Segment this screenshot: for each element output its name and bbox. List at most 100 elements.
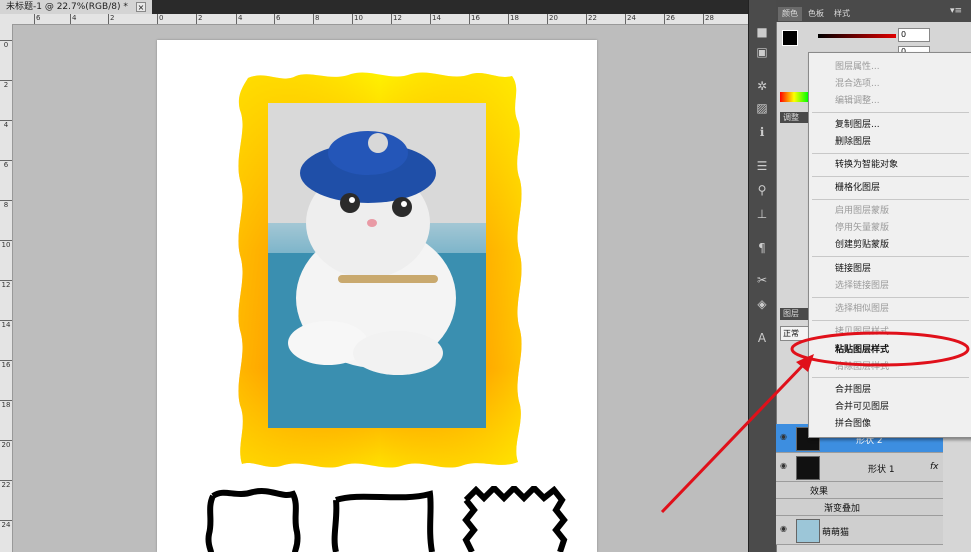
jagged-frame-shape[interactable] [462,486,568,552]
menu-item-disable-vector-mask[interactable]: 停用矢量蒙版 [835,222,889,234]
menu-item-blending-options[interactable]: 混合选项... [835,78,880,90]
tab-styles[interactable]: 样式 [830,7,854,21]
ruler-tick: 12 [391,14,402,24]
ruler-tick: 4 [0,120,12,130]
menu-item-select-similar-layers[interactable]: 选择相似图层 [835,303,889,315]
ruler-tick: 22 [586,14,597,24]
adjust-icon[interactable]: ☰ [752,158,772,174]
menu-separator [812,153,969,154]
menu-item-select-linked-layers[interactable]: 选择链接图层 [835,280,889,292]
ruler-tick: 6 [0,160,12,170]
ruler-tick: 0 [0,40,12,50]
visibility-eye-icon[interactable]: ◉ [780,524,792,534]
ruler-tick: 24 [625,14,636,24]
layer-row-shape1[interactable]: ◉ 形状 1 fx [776,453,943,482]
menu-item-edit-adjustment[interactable]: 编辑调整... [835,95,880,107]
menu-separator [812,377,969,378]
menu-item-create-clipping-mask[interactable]: 创建剪贴蒙版 [835,239,889,251]
menu-item-enable-layer-mask[interactable]: 启用图层蒙版 [835,205,889,217]
menu-item-clear-layer-style[interactable]: 清除图层样式 [835,361,889,373]
layer-effect-gradient-row[interactable]: 渐变叠加 [776,499,943,516]
layer-thumbnail [796,519,820,543]
brush-settings-icon[interactable]: ✲ [752,78,772,94]
ruler-tick: 8 [0,200,12,210]
menu-item-convert-smart-object[interactable]: 转换为智能对象 [835,159,898,171]
effects-label: 效果 [810,487,829,497]
panel-menu-icon[interactable]: ▾≡ [950,6,962,16]
layer-effects-row[interactable]: 效果 [776,482,943,499]
menu-separator [812,297,969,298]
channels-icon[interactable]: ◈ [752,296,772,312]
menu-item-merge-layers[interactable]: 合并图层 [835,384,871,396]
ruler-tick: 8 [313,14,320,24]
ruler-tick: 10 [352,14,363,24]
clone-icon[interactable]: ⚲ [752,182,772,198]
ruler-tick: 6 [274,14,281,24]
menu-item-delete-layer[interactable]: 删除图层 [835,136,871,148]
ruler-tick: 18 [508,14,519,24]
gradient-overlay-label: 渐变叠加 [824,504,861,514]
ruler-tick: 2 [196,14,203,24]
info-icon[interactable]: ℹ [752,124,772,140]
paragraph-icon[interactable]: ¶ [752,240,772,256]
ruler-tick: 0 [157,14,164,24]
tab-adjustments[interactable]: 调整 [780,112,811,123]
cat-photo [268,103,486,428]
visibility-eye-icon[interactable]: ◉ [780,461,792,471]
tab-color[interactable]: 颜色 [778,7,802,21]
ruler-tick: 24 [0,520,12,529]
image-icon[interactable]: ▨ [752,100,772,116]
ruler-tick: 18 [0,400,12,409]
character-icon[interactable]: A [752,330,772,346]
wavy-frame-shape[interactable] [205,488,301,552]
menu-item-copy-layer-style[interactable]: 拷贝图层样式 [835,326,889,338]
menu-separator [812,199,969,200]
ruler-tick: 28 [703,14,714,24]
menu-item-rasterize-layer[interactable]: 栅格化图层 [835,182,880,194]
ruler-tick: 10 [0,240,12,249]
ruler-tick: 12 [0,280,12,289]
layer-name: 形状 1 [868,465,895,475]
menu-item-paste-layer-style[interactable]: 粘贴图层样式 [835,344,889,356]
ruler-tick: 22 [0,480,12,489]
menu-item-duplicate-layer[interactable]: 复制图层... [835,119,880,131]
layer-thumbnail [796,456,820,480]
tab-swatches[interactable]: 色板 [804,7,828,21]
ruler-tick: 2 [0,80,12,90]
layer-row-cat[interactable]: ◉ 萌萌猫 [776,516,943,545]
fx-icon[interactable]: fx [930,462,939,472]
menu-item-link-layers[interactable]: 链接图层 [835,263,871,275]
square-frame-shape[interactable] [330,490,436,552]
ruler-tick: 6 [34,14,41,24]
layer-name: 萌萌猫 [822,528,850,538]
tab-layers[interactable]: 图层 [780,308,811,320]
ruler-tick: 20 [547,14,558,24]
horizontal-ruler: 6 4 2 0 2 4 6 8 10 12 14 16 18 20 22 24 … [0,14,748,25]
menu-separator [812,112,969,113]
menu-item-merge-visible[interactable]: 合并可见图层 [835,401,889,413]
ruler-tick: 4 [70,14,77,24]
ruler-tick: 2 [108,14,115,24]
close-icon[interactable]: × [136,2,146,12]
color-swatch-icon[interactable]: ■ [752,24,772,40]
layer-context-menu: 图层属性... 混合选项... 编辑调整... 复制图层... 删除图层 转换为… [808,52,971,438]
ruler-tick: 16 [469,14,480,24]
ruler-tick: 20 [0,440,12,449]
vertical-ruler: 0 2 4 6 8 10 12 14 16 18 20 22 24 [0,24,13,552]
menu-separator [812,176,969,177]
menu-separator [812,256,969,257]
stamp-icon[interactable]: ⊥ [752,206,772,222]
color-spectrum[interactable] [780,92,808,102]
red-slider[interactable] [818,34,896,38]
ruler-tick: 14 [430,14,441,24]
ruler-tick: 16 [0,360,12,369]
menu-item-layer-properties[interactable]: 图层属性... [835,61,880,73]
visibility-eye-icon[interactable]: ◉ [780,432,792,442]
foreground-color-swatch[interactable] [782,30,798,46]
tools-icon[interactable]: ✂ [752,272,772,288]
menu-item-flatten-image[interactable]: 拼合图像 [835,418,871,430]
ruler-tick: 14 [0,320,12,329]
document-tab[interactable]: 未标题-1 @ 22.7%(RGB/8) * [0,0,152,14]
red-value-field[interactable]: 0 [898,28,930,42]
navigator-icon[interactable]: ▣ [752,44,772,60]
